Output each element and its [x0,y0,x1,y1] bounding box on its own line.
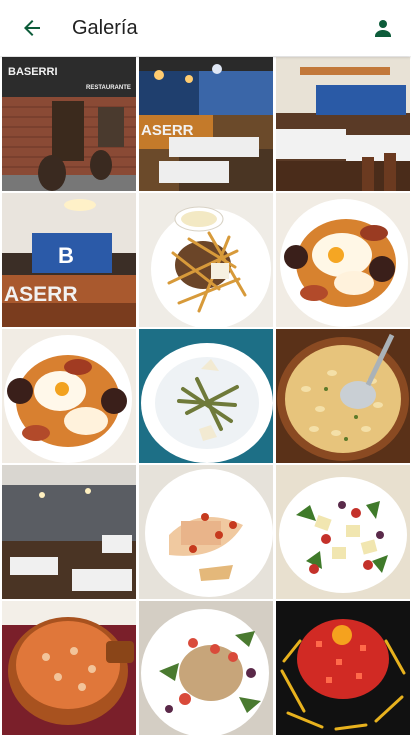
photo-dining-room-blue[interactable]: ASERR [139,57,273,191]
facade-sign-sub: RESTAURANTE [86,85,131,91]
photo-dish-fish[interactable] [139,465,273,599]
photo-bar-counter[interactable]: B ASERR [2,193,136,327]
photo-dish-artichokes[interactable] [139,329,273,463]
facade-sign: BASERRI [8,66,58,78]
svg-text:B: B [58,243,74,268]
arrow-back-icon [24,20,40,36]
back-button[interactable] [18,14,46,42]
bar-sign: ASERR [4,283,78,306]
photo-grid: BASERRI RESTAURANTE ASERR B ASERR [2,57,410,735]
photo-dish-fries-sauce[interactable] [139,193,273,327]
app-bar: Galería [0,0,411,56]
photo-dining-room-dark[interactable] [2,465,136,599]
photo-dish-quinoa-salad[interactable] [139,601,273,735]
photo-dish-seafood-stew[interactable] [2,601,136,735]
photo-restaurant-facade[interactable]: BASERRI RESTAURANTE [2,57,136,191]
photo-dining-room-tables[interactable] [276,57,410,191]
page-title: Galería [72,17,138,39]
photo-dish-salad[interactable] [276,465,410,599]
interior-sign: ASERR [141,122,194,139]
profile-button[interactable] [369,14,397,42]
photo-dish-tomato-tartare[interactable] [276,601,410,735]
photo-dish-eggs-chorizo[interactable] [276,193,410,327]
photo-dish-eggs-morcilla[interactable] [2,329,136,463]
photo-dish-bean-stew[interactable] [276,329,410,463]
person-icon [375,20,391,37]
